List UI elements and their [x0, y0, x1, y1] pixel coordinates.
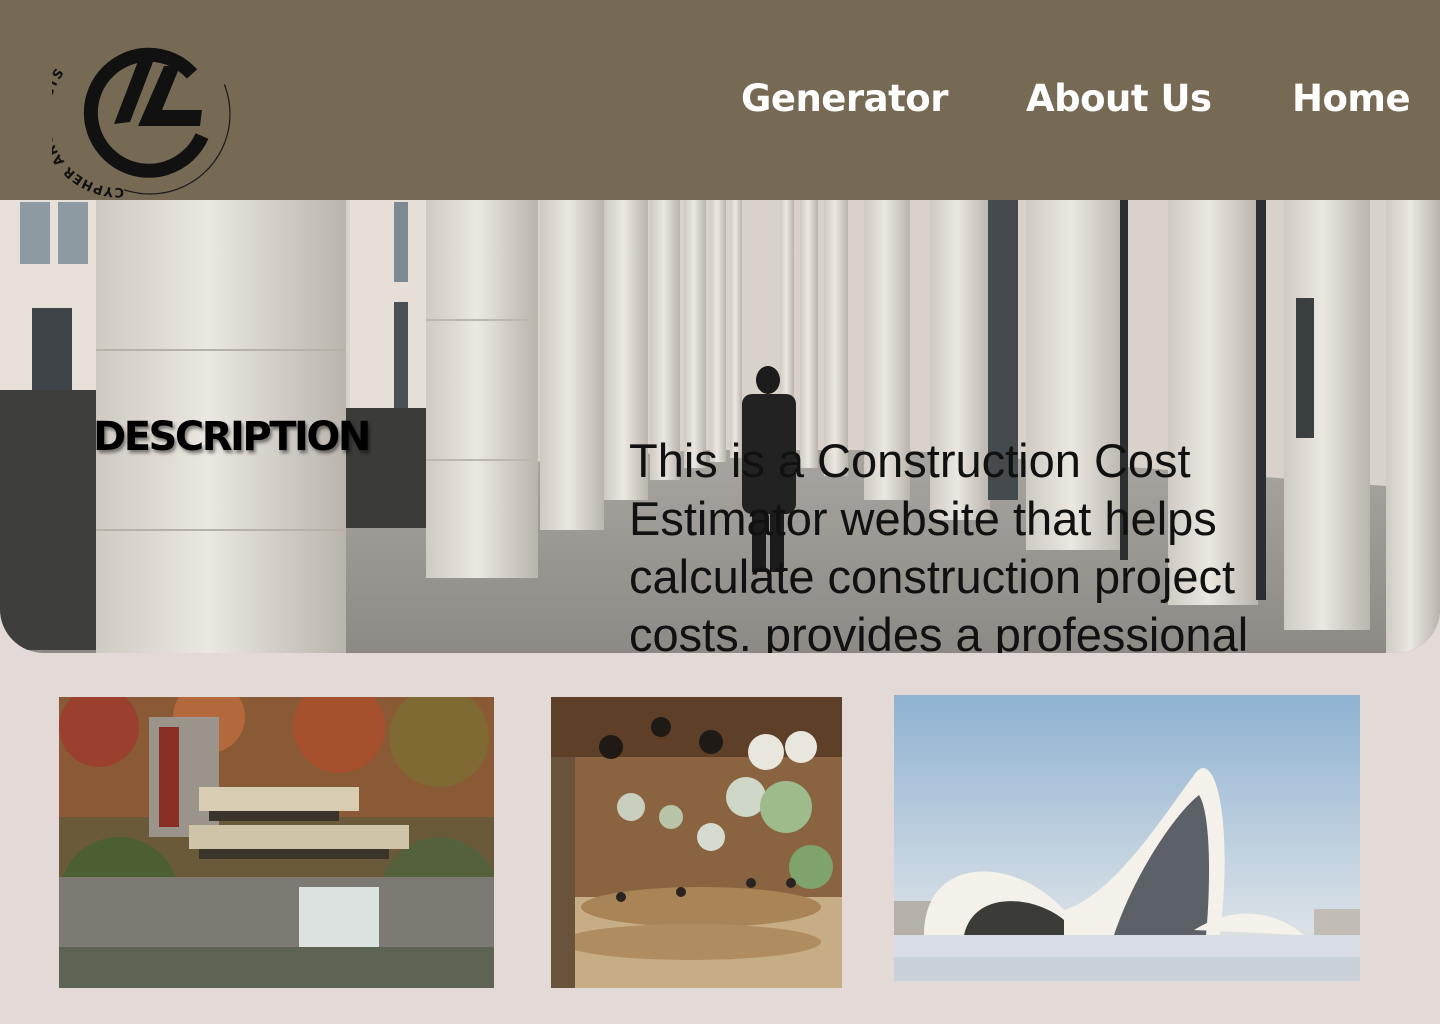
organic-interior-photo [551, 697, 842, 988]
nav-home[interactable]: Home [1292, 74, 1411, 124]
description-heading: DESCRIPTION [93, 414, 371, 460]
description-text: This is a Construction Cost Estimator we… [629, 434, 1249, 653]
nav-generator[interactable]: Generator [741, 74, 948, 124]
nav-about-us[interactable]: About Us [1026, 74, 1212, 124]
fallingwater-house-photo [59, 697, 494, 988]
cypher-architects-logo[interactable]: CYPHER ARCHITECTS [52, 26, 234, 198]
hero-banner: DESCRIPTION This is a Construction Cost … [0, 200, 1440, 653]
curved-white-building-photo [894, 695, 1360, 981]
site-header: CYPHER ARCHITECTS Generator About Us Hom… [0, 0, 1440, 200]
